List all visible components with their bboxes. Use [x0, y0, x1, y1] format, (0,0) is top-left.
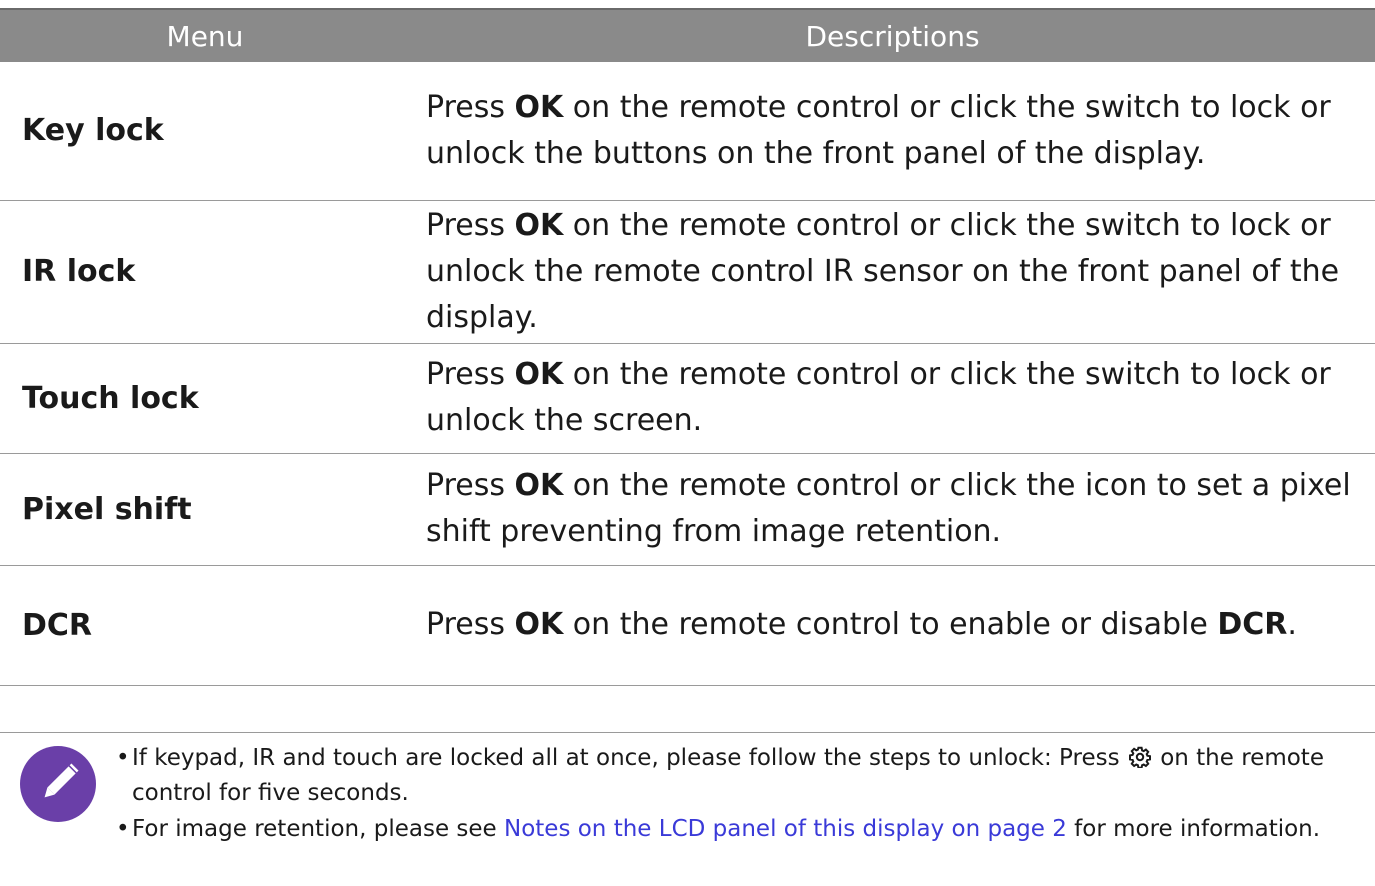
- table-row-key-lock: Key lock Press OK on the remote control …: [0, 62, 1375, 201]
- column-header-descriptions: Descriptions: [410, 8, 1375, 62]
- settings-table: Menu Descriptions Key lock Press OK on t…: [0, 8, 1375, 686]
- note-item-image-retention: • For image retention, please see Notes o…: [112, 813, 1352, 845]
- description-key-lock: Press OK on the remote control or click …: [410, 62, 1375, 201]
- description-touch-lock: Press OK on the remote control or click …: [410, 343, 1375, 454]
- bullet: •: [116, 745, 130, 771]
- table-row-dcr: DCR Press OK on the remote control to en…: [0, 565, 1375, 686]
- gear-icon: [1128, 745, 1151, 777]
- description-dcr: Press OK on the remote control to enable…: [410, 565, 1375, 686]
- menu-item-key-lock: Key lock: [0, 62, 410, 201]
- menu-item-pixel-shift: Pixel shift: [0, 453, 410, 566]
- description-ir-lock: Press OK on the remote control or click …: [410, 200, 1375, 344]
- table-row-pixel-shift: Pixel shift Press OK on the remote contr…: [0, 453, 1375, 566]
- table-row-ir-lock: IR lock Press OK on the remote control o…: [0, 200, 1375, 344]
- note-list: • If keypad, IR and touch are locked all …: [112, 742, 1352, 849]
- table-header-row: Menu Descriptions: [0, 8, 1375, 62]
- bullet: •: [116, 816, 130, 842]
- note-divider: [0, 732, 1375, 733]
- menu-item-dcr: DCR: [0, 565, 410, 686]
- column-header-menu: Menu: [0, 8, 410, 62]
- description-pixel-shift: Press OK on the remote control or click …: [410, 453, 1375, 566]
- note-item-unlock: • If keypad, IR and touch are locked all …: [112, 742, 1352, 809]
- menu-item-touch-lock: Touch lock: [0, 343, 410, 454]
- table-row-touch-lock: Touch lock Press OK on the remote contro…: [0, 343, 1375, 454]
- menu-item-ir-lock: IR lock: [0, 200, 410, 344]
- lcd-notes-link[interactable]: Notes on the LCD panel of this display o…: [504, 816, 1067, 842]
- pencil-icon: [20, 746, 96, 822]
